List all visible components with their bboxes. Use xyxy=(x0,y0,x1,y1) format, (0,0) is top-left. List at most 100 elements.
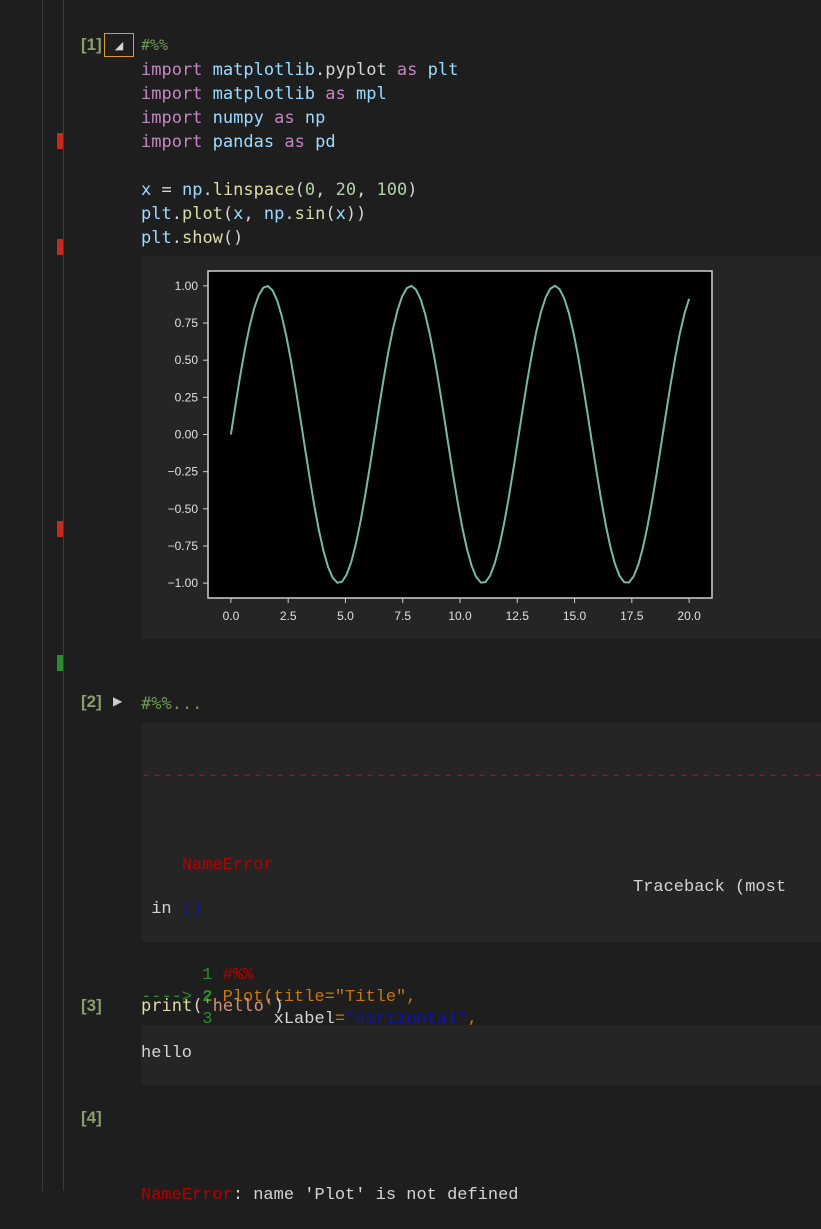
code-token: mpl xyxy=(356,84,387,104)
cell-execution-count: [1] xyxy=(81,35,102,54)
gutter-border-right xyxy=(63,0,64,1191)
cell-execution-count: [3] xyxy=(81,996,102,1015)
code-token: print xyxy=(141,996,193,1016)
y-tick-label: −0.50 xyxy=(168,502,199,516)
x-tick-label: 0.0 xyxy=(223,609,240,623)
code-token: ( xyxy=(294,180,305,200)
y-tick-label: −0.75 xyxy=(168,539,199,553)
code-token: np xyxy=(263,204,285,224)
y-tick-label: 0.25 xyxy=(175,390,199,404)
cell-marker-comment: #%% xyxy=(141,36,169,54)
plot-output: 0.0 2.5 5.0 7.5 10.0 12.5 15.0 17.5 20.0 1.00 0.75… xyxy=(141,256,821,639)
x-tick-label: 17.5 xyxy=(620,609,644,623)
code-token: 100 xyxy=(376,180,408,200)
traceback-code-line: 1 #%% xyxy=(141,965,821,987)
code-token: x xyxy=(141,180,152,200)
change-marker-deleted xyxy=(57,521,63,537)
change-marker-added xyxy=(57,655,63,671)
error-name: NameError xyxy=(181,856,274,875)
code-token: show xyxy=(181,228,223,248)
code-token: 0 xyxy=(304,180,316,200)
code-token: . xyxy=(284,204,295,224)
line-arrow xyxy=(141,966,202,985)
code-editor[interactable]: import matplotlib.pyplot as plt import ma… xyxy=(141,58,458,250)
expand-cell-icon[interactable]: ▶ xyxy=(113,694,122,708)
y-tick-label: 0.00 xyxy=(175,428,199,442)
code-token: = xyxy=(151,180,182,200)
cell-execution-count: [2] xyxy=(81,692,102,711)
x-tick-label: 2.5 xyxy=(280,609,297,623)
code-token: ) xyxy=(274,996,285,1016)
cell-execution-count: [4] xyxy=(81,1108,102,1127)
collapsed-cell-code[interactable]: #%%... xyxy=(141,692,202,716)
code-editor[interactable]: print('hello') xyxy=(141,994,284,1018)
traceback-output: ----------------------------------------… xyxy=(141,723,821,1205)
code-token: plt xyxy=(141,204,172,224)
code-token: .pyplot xyxy=(315,60,397,80)
error-message: NameError: name 'Plot' is not defined xyxy=(141,1186,519,1205)
collapse-cell-button[interactable]: ◢ xyxy=(104,33,134,57)
code-token: linspace xyxy=(212,180,295,200)
code-token: , xyxy=(243,204,264,224)
y-tick-label: −1.00 xyxy=(168,576,199,590)
code-line: import pandas as pd xyxy=(141,130,458,154)
code-line: plt.show() xyxy=(141,226,458,250)
code-token: ( xyxy=(325,204,336,224)
code-token: . xyxy=(171,204,182,224)
code-token: matplotlib xyxy=(212,84,316,104)
y-tick-label: 1.00 xyxy=(175,279,199,293)
change-marker-deleted xyxy=(57,239,63,255)
code-token: #%% xyxy=(212,966,254,985)
x-tick-label: 5.0 xyxy=(337,609,354,623)
code-token: () xyxy=(222,228,244,248)
code-token: )) xyxy=(345,204,367,224)
x-tick-label: 12.5 xyxy=(506,609,530,623)
x-tick-label: 7.5 xyxy=(394,609,411,623)
code-token: as xyxy=(396,60,418,80)
collapse-triangle-icon: ◢ xyxy=(114,38,124,52)
code-token: 'hello' xyxy=(202,996,275,1016)
code-token: . xyxy=(202,180,213,200)
line-number: 1 xyxy=(202,966,213,985)
code-token: x xyxy=(335,204,346,224)
code-line: x = np.linspace(0, 20, 100) xyxy=(141,178,458,202)
x-tick-label: 10.0 xyxy=(448,609,472,623)
code-token: , xyxy=(315,180,336,200)
code-token: as xyxy=(325,84,346,104)
code-line: import matplotlib as mpl xyxy=(141,82,458,106)
code-token: import xyxy=(141,84,203,104)
output-text: hello xyxy=(141,1044,193,1063)
code-token: matplotlib xyxy=(212,60,316,80)
stream-output: hello xyxy=(141,1025,821,1085)
traceback-separator: ----------------------------------------… xyxy=(141,769,821,785)
code-token: pd xyxy=(315,132,336,152)
code-token: as xyxy=(284,132,305,152)
code-token: 20 xyxy=(335,180,357,200)
code-line: import numpy as np xyxy=(141,106,458,130)
code-line: plt.plot(x, np.sin(x)) xyxy=(141,202,458,226)
x-tick-label: 15.0 xyxy=(563,609,587,623)
traceback-label: Traceback (most xyxy=(633,878,787,897)
traceback-header: NameError Traceback (most xyxy=(141,833,821,897)
code-token: plt xyxy=(141,228,172,248)
line-chart: 0.0 2.5 5.0 7.5 10.0 12.5 15.0 17.5 20.0 1.00 0.75… xyxy=(168,270,713,623)
code-token: ( xyxy=(192,996,203,1016)
code-token: plot xyxy=(181,204,223,224)
y-tick-label: 0.75 xyxy=(175,316,199,330)
code-token: plt xyxy=(427,60,459,80)
change-marker-deleted xyxy=(57,133,63,149)
code-token: ) xyxy=(407,180,418,200)
code-token: ( xyxy=(222,204,234,224)
code-token: x xyxy=(233,204,244,224)
code-token: . xyxy=(171,228,182,248)
